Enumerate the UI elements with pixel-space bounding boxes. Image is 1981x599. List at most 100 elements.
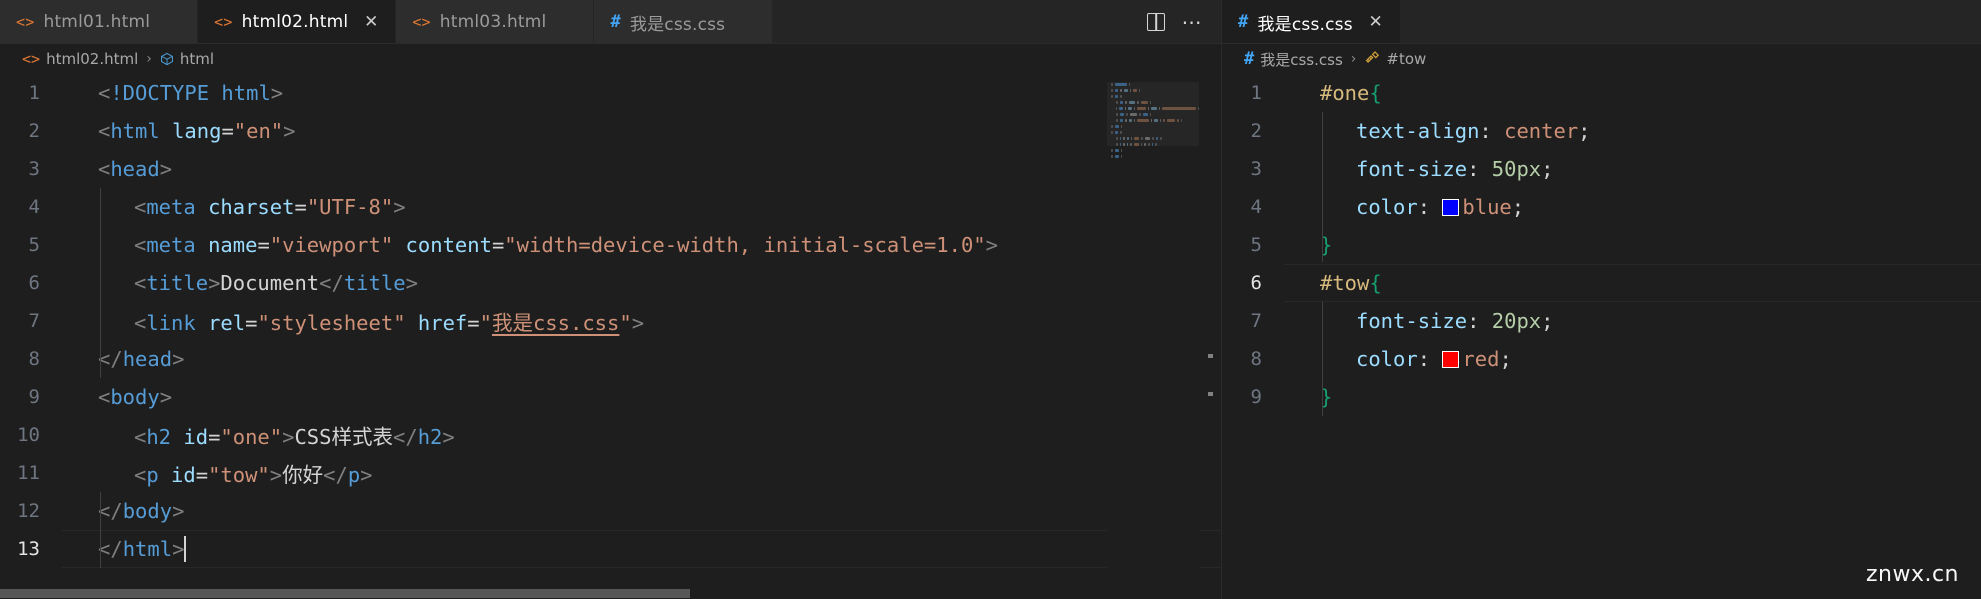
code-line[interactable]: 8 color: red; (1222, 340, 1981, 378)
minimap-token (1128, 101, 1136, 104)
code-line[interactable]: 13 </html> (0, 530, 1221, 568)
breadcrumb-item-symbol[interactable]: html (160, 50, 214, 68)
line-number: 7 (28, 310, 40, 332)
code-token: > (172, 537, 185, 561)
minimap-token (1136, 107, 1146, 110)
minimap-token (1111, 89, 1113, 92)
code-text: } (1284, 385, 1332, 409)
tab-html01[interactable]: <> html01.html ✕ (0, 0, 199, 44)
code-token: meta (146, 195, 196, 219)
css-file-icon: # (1244, 49, 1255, 69)
code-line[interactable]: 1 <!DOCTYPE html> (0, 74, 1221, 112)
code-line[interactable]: 12 </body> (0, 492, 1221, 530)
minimap-token (1134, 137, 1140, 140)
minimap-token (1111, 83, 1113, 86)
code-line[interactable]: 2 <html lang="en"> (0, 112, 1221, 150)
minimap-token (1120, 95, 1122, 98)
code-token: p (146, 463, 159, 487)
minimap-left[interactable] (1107, 74, 1199, 599)
code-token: : (1417, 195, 1443, 219)
code-line[interactable]: 6 <title>Document</title> (0, 264, 1221, 302)
code-line[interactable]: 8 </head> (0, 340, 1221, 378)
code-token: " (479, 311, 492, 335)
tab-label: 我是css.css (1257, 14, 1353, 35)
editor-group-right: # 我是css.css ✕ # 我是css.css › #tow 1 #one{2 (1222, 0, 1981, 599)
code-line[interactable]: 10 <h2 id="one">CSS样式表</h2> (0, 416, 1221, 454)
code-token: title (343, 271, 406, 295)
minimap-right[interactable] (1965, 74, 1981, 599)
code-line[interactable]: 4 <meta charset="UTF-8"> (0, 188, 1221, 226)
code-line[interactable]: 1 #one{ (1222, 74, 1981, 112)
code-token: </ (98, 537, 123, 561)
code-token: > (159, 385, 173, 409)
code-token: = (491, 233, 505, 257)
scrollbar-thumb[interactable] (0, 589, 690, 598)
split-editor-button[interactable] (1141, 7, 1171, 37)
code-token: = (257, 233, 270, 257)
code-token: "viewport" (269, 233, 394, 257)
minimap-token (1116, 113, 1118, 116)
minimap-token (1137, 101, 1139, 104)
code-line[interactable]: 2 text-align: center; (1222, 112, 1981, 150)
code-token: "one" (220, 425, 283, 449)
code-line[interactable]: 7 font-size: 20px; (1222, 302, 1981, 340)
minimap-token (1119, 113, 1125, 116)
tab-html02[interactable]: <> html02.html ✕ (198, 0, 397, 44)
minimap-token (1116, 137, 1118, 140)
code-token: "width=device-width, initial-scale=1.0" (504, 233, 986, 257)
code-token: content (405, 233, 492, 257)
color-swatch[interactable] (1442, 351, 1460, 368)
code-line[interactable]: 3 font-size: 50px; (1222, 150, 1981, 188)
code-token: < (134, 233, 147, 257)
code-line[interactable]: 9 <body> (0, 378, 1221, 416)
tab-label: html01.html (43, 12, 151, 32)
watermark: znwx.cn (1865, 562, 1959, 587)
line-number: 1 (1250, 82, 1262, 104)
breadcrumb-item-file[interactable]: <> html02.html (22, 50, 138, 68)
code-token: id (183, 425, 209, 449)
code-line[interactable]: 6 #tow{ (1222, 264, 1981, 302)
tab-css-right[interactable]: # 我是css.css ✕ (1222, 0, 1401, 44)
code-lines-right: 1 #one{2 text-align: center; 3 font-size: 50… (1222, 74, 1981, 599)
breadcrumb-item-file[interactable]: # 我是css.css (1244, 49, 1343, 70)
code-token: Document (220, 271, 320, 295)
indent-guide (1322, 302, 1323, 416)
code-token: = (245, 311, 258, 335)
tab-html03[interactable]: <> html03.html ✕ (396, 0, 595, 44)
minimap-token (1123, 143, 1125, 146)
tab-close-icon[interactable]: ✕ (1366, 12, 1386, 32)
minimap-token (1116, 143, 1118, 146)
vertical-scrollbar-left[interactable] (1199, 74, 1221, 599)
html-file-icon: <> (16, 13, 35, 31)
code-line[interactable]: 7 <link rel="stylesheet" href="我是css.css"… (0, 302, 1221, 340)
horizontal-scrollbar-left[interactable] (0, 587, 1107, 599)
breadcrumb-right: # 我是css.css › #tow (1222, 44, 1981, 74)
minimap-token (1150, 119, 1153, 122)
line-number: 13 (17, 538, 40, 560)
code-line[interactable]: 4 color: blue; (1222, 188, 1981, 226)
tab-css[interactable]: # 我是css.css ✕ (594, 0, 774, 44)
breadcrumb-item-symbol[interactable]: #tow (1364, 50, 1426, 68)
code-token: title (146, 271, 209, 295)
code-line[interactable]: 5} (1222, 226, 1981, 264)
code-token: </ (319, 271, 344, 295)
line-number: 3 (1250, 158, 1262, 180)
more-actions-button[interactable]: ⋯ (1177, 7, 1207, 37)
breadcrumb-separator: › (1350, 51, 1357, 67)
code-line[interactable]: 5 <meta name="viewport" content="width=de… (0, 226, 1221, 264)
code-editor-left[interactable]: 1 <!DOCTYPE html> 2 <html lang="en"> 3 <head>… (0, 74, 1221, 599)
tab-close-icon[interactable]: ✕ (361, 12, 381, 32)
color-swatch[interactable] (1442, 199, 1460, 216)
code-token: : (1417, 347, 1443, 371)
code-line[interactable]: 3 <head> (0, 150, 1221, 188)
minimap-token (1160, 137, 1162, 140)
code-editor-right[interactable]: 1 #one{2 text-align: center; 3 font-size: 50… (1222, 74, 1981, 599)
code-token: head (110, 157, 160, 181)
minimap-token (1150, 107, 1157, 110)
code-token: > (393, 195, 406, 219)
code-text: <meta charset="UTF-8"> (62, 195, 406, 219)
code-line[interactable]: 11 <p id="tow">你好</p> (0, 454, 1221, 492)
code-line[interactable]: 9} (1222, 378, 1981, 416)
code-token: meta (146, 233, 196, 257)
